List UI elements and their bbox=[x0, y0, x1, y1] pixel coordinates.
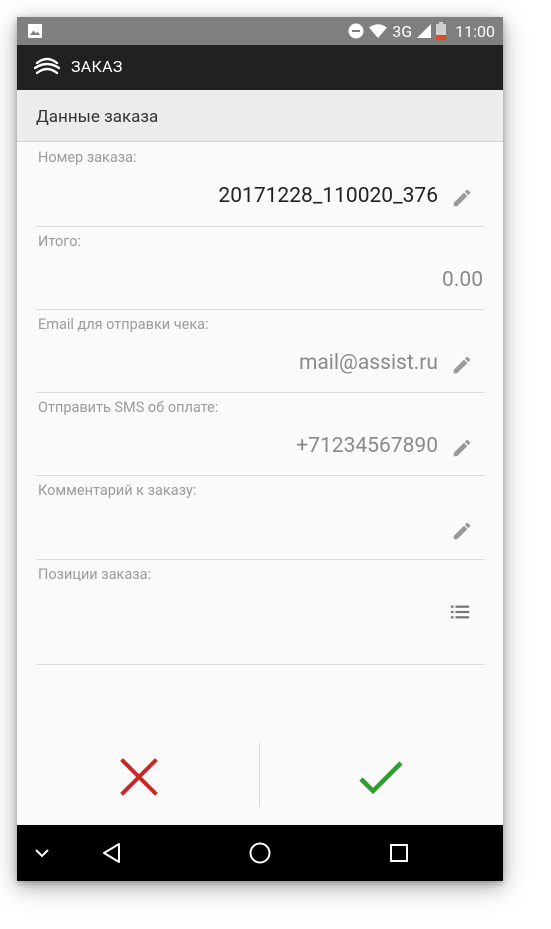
pencil-icon[interactable] bbox=[451, 437, 473, 459]
cancel-button[interactable] bbox=[109, 747, 169, 807]
home-button[interactable] bbox=[245, 825, 275, 881]
confirm-button[interactable] bbox=[351, 747, 411, 807]
app-bar: ЗАКАЗ bbox=[17, 45, 503, 90]
sms-phone-label: Отправить SMS об оплате: bbox=[38, 399, 219, 416]
email-field[interactable]: Email для отправки чека: mail@assist.ru bbox=[36, 309, 485, 393]
pencil-icon[interactable] bbox=[451, 187, 473, 209]
app-title: ЗАКАЗ bbox=[71, 57, 123, 76]
wifi-icon bbox=[369, 24, 388, 38]
sms-phone-field[interactable]: Отправить SMS об оплате: +71234567890 bbox=[36, 392, 485, 476]
clock: 11:00 bbox=[455, 21, 495, 41]
close-icon bbox=[120, 758, 158, 796]
pencil-icon[interactable] bbox=[451, 354, 473, 376]
phone-screen: 3G 11:00 ЗАКАЗ Данные заказа Номер заказ… bbox=[17, 17, 503, 881]
home-icon bbox=[249, 842, 271, 864]
actions-divider bbox=[259, 743, 260, 807]
order-items-field[interactable]: Позиции заказа: bbox=[36, 559, 485, 665]
order-number-label: Номер заказа: bbox=[38, 149, 137, 166]
email-value: mail@assist.ru bbox=[298, 351, 438, 375]
order-items-label: Позиции заказа: bbox=[38, 566, 152, 583]
recent-apps-icon bbox=[390, 844, 408, 862]
check-icon bbox=[359, 761, 403, 795]
gallery-notification-icon bbox=[28, 24, 42, 38]
list-icon[interactable] bbox=[449, 601, 471, 623]
pencil-icon[interactable] bbox=[451, 520, 473, 542]
section-header: Данные заказа bbox=[17, 90, 503, 142]
chevron-down-icon bbox=[35, 849, 49, 858]
assist-logo-icon bbox=[34, 57, 60, 75]
hide-keyboard-button[interactable] bbox=[31, 825, 53, 881]
signal-icon bbox=[417, 24, 432, 38]
battery-icon bbox=[436, 22, 447, 40]
order-number-field[interactable]: Номер заказа: 20171228_110020_376 bbox=[36, 142, 485, 227]
status-bar: 3G 11:00 bbox=[17, 17, 503, 45]
network-type-label: 3G bbox=[392, 21, 413, 41]
back-button[interactable] bbox=[97, 825, 127, 881]
total-field: Итого: 0.00 bbox=[36, 226, 485, 310]
navigation-bar bbox=[17, 825, 503, 881]
total-label: Итого: bbox=[38, 233, 82, 250]
back-icon bbox=[103, 843, 120, 863]
email-label: Email для отправки чека: bbox=[38, 316, 209, 333]
order-number-value: 20171228_110020_376 bbox=[218, 184, 438, 208]
sms-phone-value: +71234567890 bbox=[296, 434, 438, 458]
recent-apps-button[interactable] bbox=[384, 825, 414, 881]
total-value: 0.00 bbox=[442, 268, 483, 292]
do-not-disturb-icon bbox=[348, 23, 364, 39]
order-comment-label: Комментарий к заказу: bbox=[38, 482, 197, 499]
order-comment-field[interactable]: Комментарий к заказу: bbox=[36, 475, 485, 560]
section-title: Данные заказа bbox=[36, 107, 159, 127]
